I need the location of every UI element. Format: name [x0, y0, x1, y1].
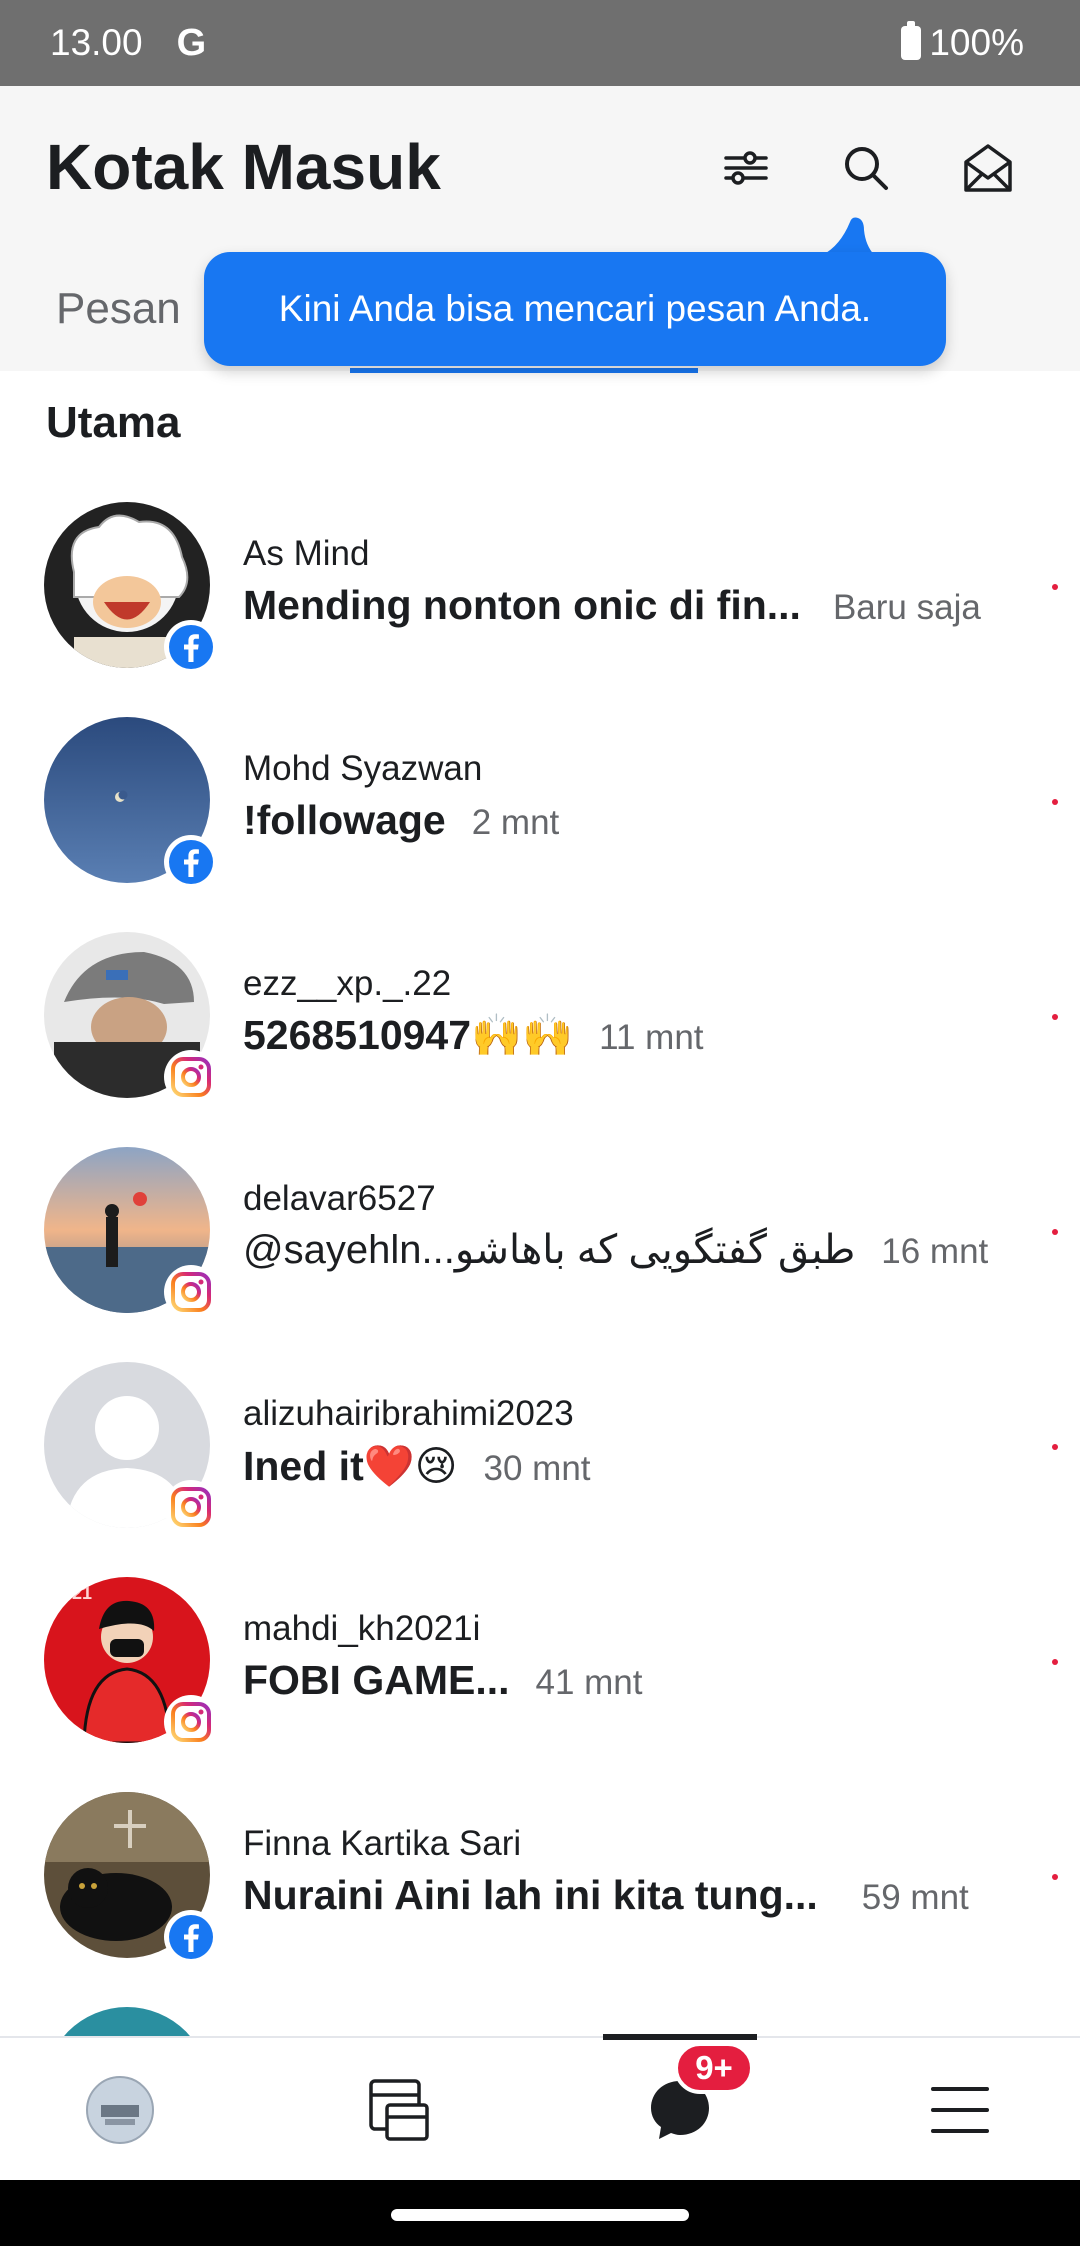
nav-profile[interactable]: [60, 2038, 180, 2182]
message-preview: @sayehln...طبق گفتگویی که باهاشو 16 mnt: [243, 1227, 988, 1273]
message-preview: !followage 2 mnt: [243, 797, 559, 844]
message-time: 16 mnt: [881, 1232, 989, 1271]
tooltip-text: Kini Anda bisa mencari pesan Anda.: [278, 288, 872, 329]
mail-open-icon[interactable]: [958, 138, 1018, 198]
unread-indicator: [1052, 1444, 1058, 1450]
status-time: 13.00: [50, 22, 143, 63]
nav-menu[interactable]: [900, 2038, 1020, 2182]
home-gesture-handle[interactable]: [391, 2209, 689, 2221]
conversation-row[interactable]: alizuhairibrahimi2023 Ined it❤️😢 30 mnt: [0, 1362, 1080, 1577]
tab-active-indicator: [350, 368, 698, 373]
sender-name: delavar6527: [243, 1179, 436, 1218]
conversation-row[interactable]: Mohd Syazwan !followage 2 mnt: [0, 717, 1080, 932]
conversation-row[interactable]: 2021 mahdi_kh2021i FOBI GAME... 41 mnt: [0, 1577, 1080, 1792]
message-text: @sayehln...طبق گفتگویی که باهاشو: [243, 1228, 856, 1272]
instagram-icon: [164, 1480, 218, 1534]
sender-name: ezz__xp._.22: [243, 964, 452, 1003]
conversation-row[interactable]: As Mind Mending nonton onic di fin... Ba…: [0, 502, 1080, 717]
message-preview: Nuraini Aini lah ini kita tung... 59 mnt: [243, 1872, 969, 1919]
instagram-icon: [164, 1695, 218, 1749]
unread-indicator: [1052, 1659, 1058, 1665]
sender-name: alizuhairibrahimi2023: [243, 1394, 574, 1433]
google-icon: G: [176, 21, 207, 64]
svg-text:2021: 2021: [52, 1583, 92, 1603]
facebook-icon: [164, 835, 218, 889]
section-title: Utama: [46, 398, 181, 447]
unread-indicator: [1052, 584, 1058, 590]
message-time: 30 mnt: [483, 1449, 591, 1488]
battery-level: 100%: [929, 22, 1024, 63]
tab-messages[interactable]: Pesan: [56, 284, 181, 334]
bottom-navigation: [0, 2036, 1080, 2182]
conversation-row[interactable]: delavar6527 @sayehln...طبق گفتگویی که با…: [0, 1147, 1080, 1362]
message-text: Nuraini Aini lah ini kita tung...: [243, 1872, 818, 1918]
sender-name: Finna Kartika Sari: [243, 1824, 522, 1863]
nav-active-indicator: [603, 2034, 757, 2040]
message-time: 11 mnt: [599, 1018, 704, 1057]
message-preview: 5268510947🙌🙌 11 mnt: [243, 1012, 704, 1060]
nav-feeds[interactable]: [340, 2038, 460, 2182]
sender-name: mahdi_kh2021i: [243, 1609, 481, 1648]
page-title: Kotak Masuk: [46, 131, 441, 203]
message-preview: Ined it❤️😢 30 mnt: [243, 1442, 591, 1491]
menu-icon: [931, 2087, 989, 2133]
message-time: 2 mnt: [471, 803, 560, 842]
message-preview: Mending nonton onic di fin... Baru saja: [243, 582, 981, 629]
feeds-icon: [369, 2079, 429, 2141]
profile-avatar: [86, 2076, 154, 2144]
message-time: 41 mnt: [535, 1663, 643, 1702]
battery-icon: [901, 21, 922, 60]
search-icon[interactable]: [836, 138, 896, 198]
unread-indicator: [1052, 1229, 1058, 1235]
instagram-icon: [164, 1050, 218, 1104]
filter-icon[interactable]: [716, 138, 776, 198]
message-text: Ined it❤️😢: [243, 1443, 458, 1489]
message-time: 59 mnt: [861, 1878, 969, 1917]
facebook-icon: [164, 1910, 218, 1964]
message-text: Mending nonton onic di fin...: [243, 582, 801, 628]
instagram-icon: [164, 1265, 218, 1319]
unread-indicator: [1052, 1874, 1058, 1880]
message-text: FOBI GAME...: [243, 1657, 510, 1703]
unread-indicator: [1052, 799, 1058, 805]
unread-indicator: [1052, 1014, 1058, 1020]
sender-name: Mohd Syazwan: [243, 749, 483, 788]
conversation-row[interactable]: Finna Kartika Sari Nuraini Aini lah ini …: [0, 1792, 1080, 2007]
sender-name: As Mind: [243, 534, 370, 573]
message-time: Baru saja: [832, 588, 981, 627]
message-preview: FOBI GAME... 41 mnt: [243, 1657, 643, 1704]
conversation-row[interactable]: ezz__xp._.22 5268510947🙌🙌 11 mnt: [0, 932, 1080, 1147]
search-tooltip[interactable]: Kini Anda bisa mencari pesan Anda.: [204, 252, 946, 366]
message-text: 5268510947🙌🙌: [243, 1012, 574, 1058]
facebook-icon: [164, 620, 218, 674]
message-text: !followage: [243, 797, 446, 843]
status-bar: 13.00 G 100%: [0, 0, 1080, 86]
chat-badge: 9+: [674, 2042, 754, 2094]
